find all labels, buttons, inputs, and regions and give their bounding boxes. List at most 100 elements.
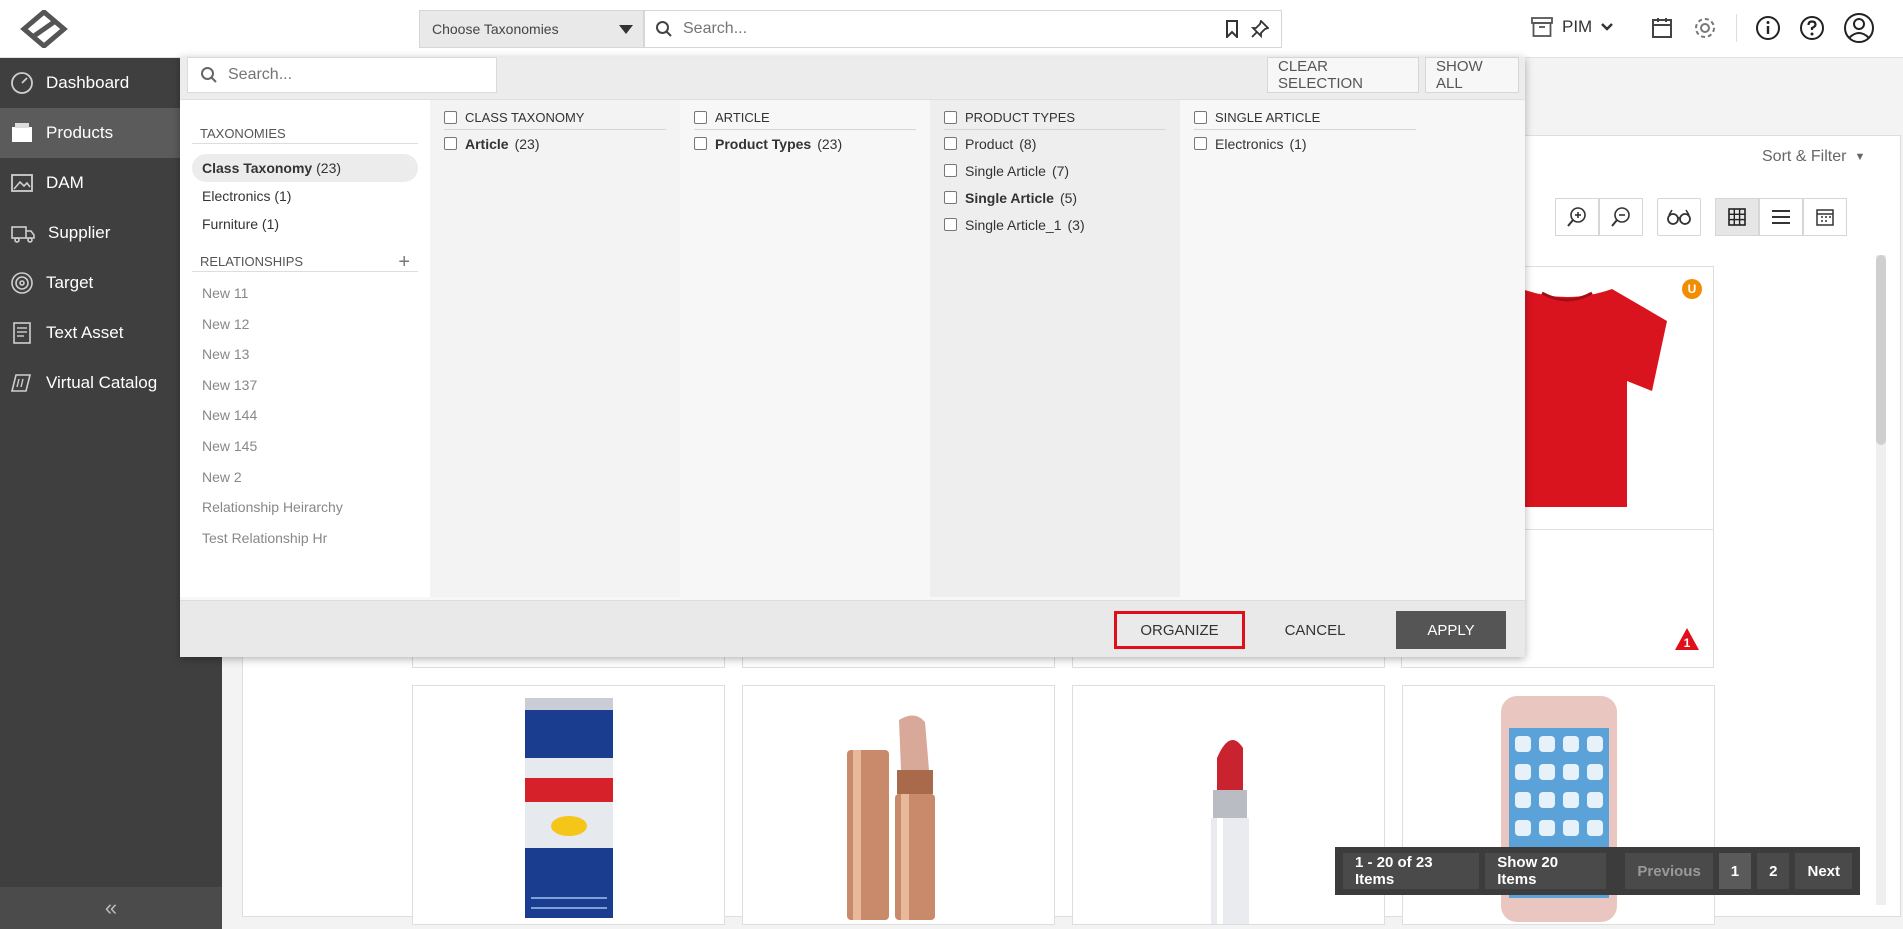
zoom-out-icon <box>1611 207 1630 227</box>
row-checkbox[interactable] <box>694 137 707 150</box>
top-icons <box>1650 12 1875 44</box>
search-icon <box>655 20 673 38</box>
global-search-input[interactable] <box>673 11 1225 47</box>
column-header: PRODUCT TYPES <box>944 110 1166 130</box>
list-icon <box>1772 210 1790 224</box>
row-checkbox[interactable] <box>944 218 957 231</box>
next-page-button[interactable]: Next <box>1795 853 1852 889</box>
column-header: ARTICLE <box>694 110 916 130</box>
taxonomy-item-class-taxonomy[interactable]: Class Taxonomy (23) <box>192 154 418 182</box>
user-avatar-icon[interactable] <box>1843 12 1875 44</box>
cancel-button[interactable]: CANCEL <box>1255 611 1375 649</box>
column-row[interactable]: Product Types (23) <box>694 130 916 157</box>
grid-icon <box>1728 208 1746 226</box>
product-card[interactable] <box>412 685 725 925</box>
row-checkbox[interactable] <box>944 191 957 204</box>
column-row[interactable]: Single Article (5) <box>944 184 1166 211</box>
target-icon <box>10 271 34 295</box>
table-view-button[interactable] <box>1803 198 1847 236</box>
svg-text:1: 1 <box>1684 636 1691 650</box>
column-class-taxonomy: CLASS TAXONOMY Article (23) <box>430 100 680 597</box>
zoom-group <box>1555 198 1643 236</box>
item-range: 1 - 20 of 23 Items <box>1343 853 1480 889</box>
taxonomy-list: TAXONOMIES Class Taxonomy (23) Electroni… <box>180 100 430 597</box>
column-row[interactable]: Single Article (7) <box>944 157 1166 184</box>
taxonomy-search <box>187 57 497 93</box>
status-badge: U <box>1682 279 1702 299</box>
sidebar-item-label: Text Asset <box>46 323 124 342</box>
row-checkbox[interactable] <box>1194 137 1207 150</box>
row-checkbox[interactable] <box>944 137 957 150</box>
grid-view-button[interactable] <box>1715 198 1759 236</box>
column-row[interactable]: Electronics (1) <box>1194 130 1416 157</box>
dashboard-icon <box>10 71 34 95</box>
bookmark-icon[interactable] <box>1225 20 1239 38</box>
page-1-button[interactable]: 1 <box>1718 853 1752 889</box>
taxonomy-item-furniture[interactable]: Furniture (1) <box>192 210 418 238</box>
taxonomy-select[interactable]: Choose Taxonomies <box>419 10 644 48</box>
info-icon[interactable] <box>1755 15 1781 41</box>
select-all-checkbox[interactable] <box>944 111 957 124</box>
select-all-checkbox[interactable] <box>444 111 457 124</box>
select-all-checkbox[interactable] <box>1194 111 1207 124</box>
page-size-select[interactable]: Show 20 Items <box>1485 853 1606 889</box>
document-icon <box>10 321 34 345</box>
pin-icon[interactable] <box>1251 20 1269 38</box>
relationship-item[interactable]: New 144 <box>192 400 418 431</box>
help-icon[interactable] <box>1799 15 1825 41</box>
taxonomy-item-electronics[interactable]: Electronics (1) <box>192 182 418 210</box>
list-view-button[interactable] <box>1759 198 1803 236</box>
column-row[interactable]: Single Article_1 (3) <box>944 211 1166 238</box>
divider <box>1736 14 1737 42</box>
relationship-item[interactable]: New 145 <box>192 431 418 462</box>
product-card[interactable] <box>742 685 1055 925</box>
taxonomy-panel-footer: ORGANIZE CANCEL APPLY <box>180 600 1525 657</box>
relationship-item[interactable]: Test Relationship Hr <box>192 523 418 554</box>
glasses-icon <box>1667 209 1691 225</box>
organize-button[interactable]: ORGANIZE <box>1114 611 1245 649</box>
sort-filter-label: Sort & Filter <box>1762 148 1847 165</box>
calendar-icon[interactable] <box>1650 16 1674 40</box>
column-header: SINGLE ARTICLE <box>1194 110 1416 130</box>
module-select[interactable]: PIM <box>1530 16 1614 38</box>
relationship-item[interactable]: Relationship Heirarchy <box>192 492 418 523</box>
zoom-in-button[interactable] <box>1555 198 1599 236</box>
search-icon <box>200 66 218 84</box>
image-icon <box>10 171 34 195</box>
scrollbar-thumb[interactable] <box>1876 255 1886 445</box>
gear-icon[interactable] <box>1692 15 1718 41</box>
add-icon[interactable]: + <box>398 252 410 272</box>
pagination-bar: 1 - 20 of 23 Items Show 20 Items Previou… <box>1335 847 1860 895</box>
relationship-item[interactable]: New 137 <box>192 370 418 401</box>
catalog-icon <box>10 371 34 395</box>
sort-filter-button[interactable]: Sort & Filter ▼ <box>1762 148 1865 166</box>
relationship-item[interactable]: New 13 <box>192 339 418 370</box>
apply-button[interactable]: APPLY <box>1396 611 1506 649</box>
truck-icon <box>10 221 36 245</box>
taxonomy-search-input[interactable] <box>218 66 496 84</box>
sidebar-item-label: Supplier <box>48 223 111 242</box>
relationship-item[interactable]: New 2 <box>192 462 418 493</box>
taxonomy-panel: CLEAR SELECTION SHOW ALL TAXONOMIES Clas… <box>180 57 1525 657</box>
relationship-item[interactable]: New 11 <box>192 278 418 309</box>
scrollbar[interactable] <box>1876 255 1886 905</box>
show-all-button[interactable]: SHOW ALL <box>1425 57 1519 93</box>
collapse-sidebar-button[interactable]: « <box>0 887 222 929</box>
preview-button[interactable] <box>1657 198 1701 236</box>
warning-icon: 1 <box>1675 628 1699 650</box>
select-all-checkbox[interactable] <box>694 111 707 124</box>
previous-page-button[interactable]: Previous <box>1625 853 1713 889</box>
view-toolbar <box>1555 198 1847 236</box>
app-logo[interactable] <box>20 8 68 50</box>
row-checkbox[interactable] <box>444 137 457 150</box>
sidebar-item-label: Target <box>46 273 94 292</box>
taxonomies-header: TAXONOMIES <box>192 120 418 144</box>
relationship-item[interactable]: New 12 <box>192 309 418 340</box>
module-label: PIM <box>1562 17 1593 36</box>
column-row[interactable]: Article (23) <box>444 130 666 157</box>
clear-selection-button[interactable]: CLEAR SELECTION <box>1267 57 1419 93</box>
column-row[interactable]: Product (8) <box>944 130 1166 157</box>
row-checkbox[interactable] <box>944 164 957 177</box>
zoom-out-button[interactable] <box>1599 198 1643 236</box>
page-2-button[interactable]: 2 <box>1757 853 1790 889</box>
